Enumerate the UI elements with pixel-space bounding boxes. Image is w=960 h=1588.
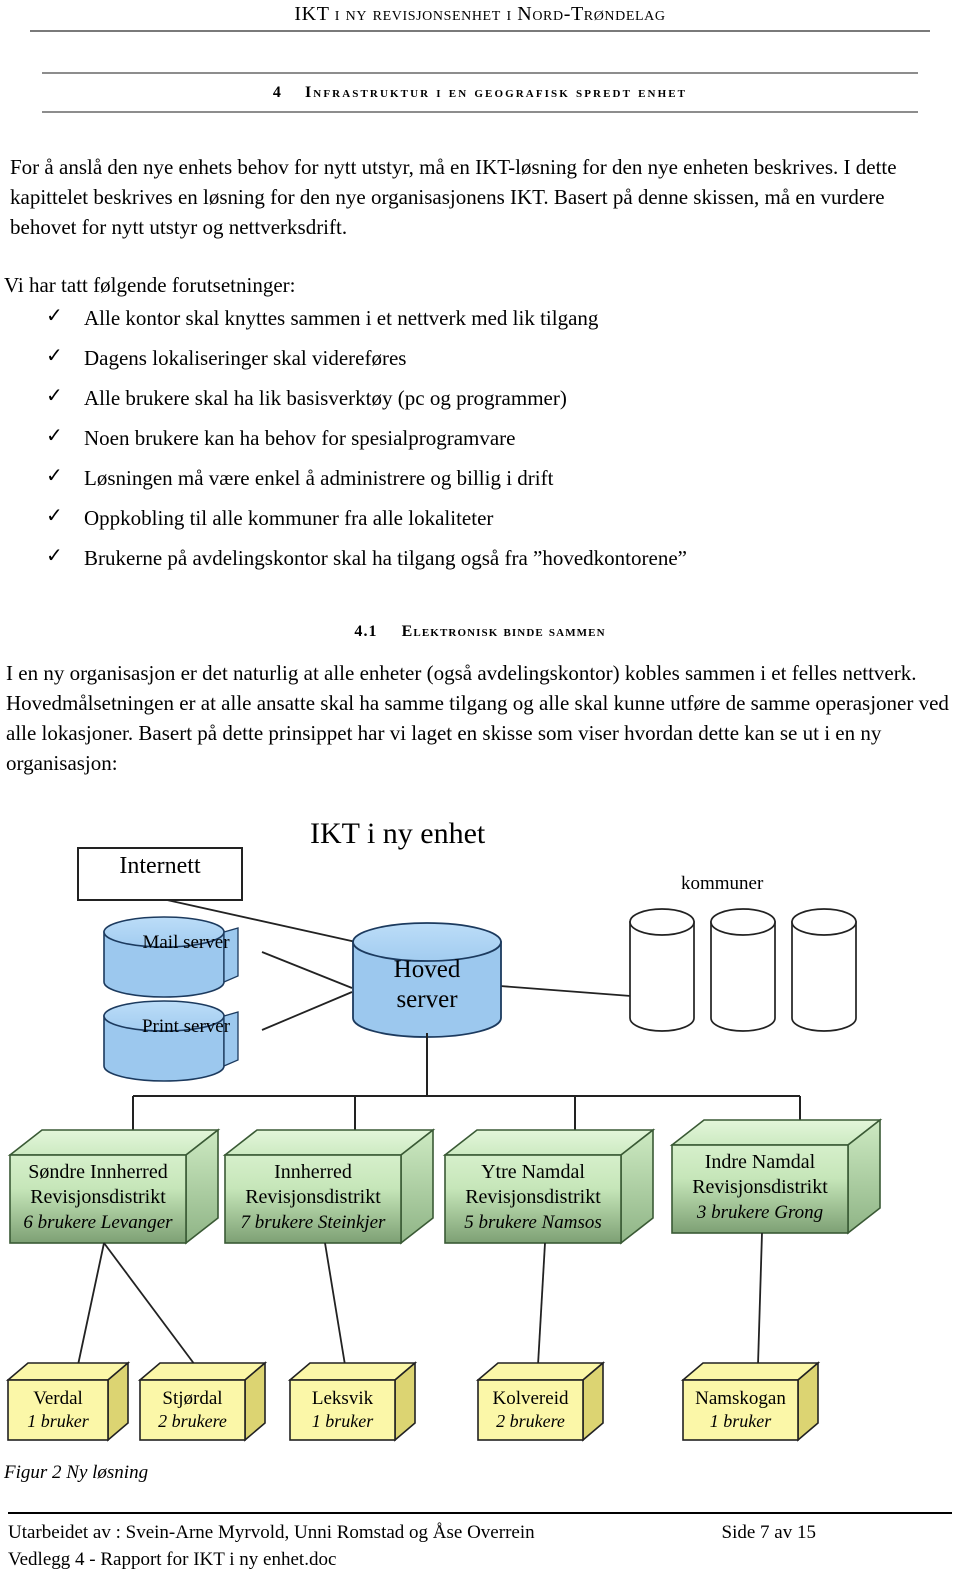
- district-name-line1: Ytre Namdal: [481, 1161, 585, 1183]
- check-icon: ✓: [46, 425, 63, 447]
- office-label: Leksvik 1 bruker: [290, 1387, 395, 1432]
- subsection-paragraph: I en ny organisasjon er det naturlig at …: [6, 661, 949, 775]
- office-label: Kolvereid 2 brukere: [478, 1387, 583, 1432]
- print-server-label: Print server: [141, 1016, 231, 1037]
- office-users: 1 bruker: [27, 1411, 89, 1431]
- check-icon: ✓: [46, 345, 63, 367]
- office-name: Leksvik: [311, 1388, 374, 1409]
- district-label: Innherred Revisjonsdistrikt 7 brukere St…: [227, 1160, 399, 1235]
- intro-paragraph: For å anslå den nye enhets behov for nyt…: [10, 155, 897, 239]
- subsection-heading: 4.1 Elektronisk binde sammen: [0, 623, 960, 641]
- print-server-cylinder: [103, 1000, 239, 1082]
- office-name: Kolvereid: [492, 1388, 569, 1409]
- office-users: 1 bruker: [311, 1411, 374, 1431]
- list-item-label: Dagens lokaliseringer skal videreføres: [84, 346, 407, 370]
- subsection-number: 4.1: [354, 623, 378, 640]
- hoved-server-line2: server: [396, 986, 458, 1013]
- list-item: ✓ Brukerne på avdelingskontor skal ha ti…: [46, 545, 926, 585]
- district-name-line2: Revisjonsdistrikt: [465, 1186, 601, 1208]
- district-users: 7 brukere Steinkjer: [240, 1212, 386, 1233]
- page-running-header: IKT i ny revisjonsenhet i Nord-Trøndelag: [0, 0, 960, 32]
- connector-printserver-to-hovedserver: [261, 991, 353, 1031]
- footer-filename: Vedlegg 4 - Rapport for IKT i ny enhet.d…: [8, 1549, 337, 1570]
- footer-authors: Utarbeidet av : Svein-Arne Myrvold, Unni…: [8, 1522, 535, 1543]
- page-footer: Utarbeidet av : Svein-Arne Myrvold, Unni…: [8, 1512, 952, 1573]
- district-users: 3 brukere Grong: [696, 1202, 824, 1223]
- footer-line-1: Utarbeidet av : Svein-Arne Myrvold, Unni…: [8, 1519, 952, 1546]
- list-item-label: Løsningen må være enkel å administrere o…: [84, 466, 554, 490]
- assumptions-list: ✓ Alle kontor skal knyttes sammen i et n…: [46, 305, 926, 585]
- chapter-number: 4: [272, 84, 283, 101]
- subsection-title: Elektronisk binde sammen: [401, 623, 606, 640]
- mail-server-label: Mail server: [142, 932, 230, 953]
- connector-hovedserver-to-kommuner: [499, 985, 632, 997]
- hoved-server-line1: Hoved: [393, 956, 461, 983]
- footer-divider: [8, 1512, 952, 1514]
- header-divider: [30, 30, 930, 32]
- kommune-cylinder: [710, 908, 776, 1032]
- office-users: 2 brukere: [158, 1411, 227, 1431]
- check-icon: ✓: [46, 505, 63, 527]
- list-item-label: Brukerne på avdelingskontor skal ha tilg…: [84, 546, 687, 570]
- check-icon: ✓: [46, 305, 63, 327]
- list-item: ✓ Alle brukere skal ha lik basisverktøy …: [46, 385, 926, 425]
- office-label: Namskogan 1 bruker: [683, 1387, 798, 1432]
- district-name-line2: Revisjonsdistrikt: [245, 1186, 381, 1208]
- footer-line-2: Vedlegg 4 - Rapport for IKT i ny enhet.d…: [8, 1546, 952, 1573]
- office-users: 1 bruker: [709, 1411, 772, 1431]
- mail-server-cylinder: [103, 916, 239, 998]
- list-item-label: Oppkobling til alle kommuner fra alle lo…: [84, 506, 494, 530]
- connector-mailserver-to-hovedserver: [261, 951, 353, 989]
- list-item-label: Alle kontor skal knyttes sammen i et net…: [84, 306, 599, 330]
- district-name-line2: Revisjonsdistrikt: [692, 1176, 828, 1198]
- district-label: Indre Namdal Revisjonsdistrikt 3 brukere…: [674, 1150, 846, 1225]
- office-connectors: [77, 1232, 763, 1366]
- check-icon: ✓: [46, 545, 63, 567]
- district-name-line2: Revisjonsdistrikt: [30, 1186, 166, 1208]
- district-users: 6 brukere Levanger: [23, 1212, 173, 1233]
- list-item-label: Noen brukere kan ha behov for spesialpro…: [84, 426, 516, 450]
- chapter-heading-block: 4 Infrastruktur i en geografisk spredt en…: [42, 72, 918, 113]
- district-name-line1: Søndre Innherred: [28, 1161, 168, 1183]
- kommuner-group-label: kommuner: [681, 873, 764, 894]
- kommune-cylinder: [629, 908, 695, 1032]
- hoved-server-label: Hoved server: [355, 955, 499, 1015]
- network-diagram: IKT i ny enhet kommuner Internett Mail s…: [0, 800, 960, 1460]
- running-head-text: IKT i ny revisjonsenhet i Nord-Trøndelag: [294, 3, 666, 25]
- district-label: Ytre Namdal Revisjonsdistrikt 5 brukere …: [447, 1160, 619, 1235]
- check-icon: ✓: [46, 465, 63, 487]
- list-item-label: Alle brukere skal ha lik basisverktøy (p…: [84, 386, 567, 410]
- office-label: Stjørdal 2 brukere: [140, 1387, 245, 1432]
- list-item: ✓ Løsningen må være enkel å administrere…: [46, 465, 926, 505]
- figure-caption: Figur 2 Ny løsning: [4, 1462, 149, 1483]
- chapter-heading-row: 4 Infrastruktur i en geografisk spredt en…: [42, 74, 918, 111]
- office-name: Stjørdal: [162, 1388, 223, 1409]
- office-label: Verdal 1 bruker: [8, 1387, 108, 1432]
- figure-title: IKT i ny enhet: [310, 817, 486, 850]
- network-diagram-canvas: [5, 847, 883, 1442]
- list-item: ✓ Dagens lokaliseringer skal videreføres: [46, 345, 926, 385]
- footer-page-number: Side 7 av 15: [721, 1522, 816, 1543]
- assumptions-lead-text: Vi har tatt følgende forutsetninger:: [4, 273, 296, 297]
- district-label: Søndre Innherred Revisjonsdistrikt 6 bru…: [12, 1160, 184, 1235]
- office-name: Namskogan: [695, 1388, 786, 1409]
- office-name: Verdal: [33, 1388, 83, 1409]
- list-item: ✓ Oppkobling til alle kommuner fra alle …: [46, 505, 926, 545]
- district-users: 5 brukere Namsos: [464, 1212, 602, 1233]
- check-icon: ✓: [46, 385, 63, 407]
- kommune-cylinder: [791, 908, 857, 1032]
- list-item: ✓ Noen brukere kan ha behov for spesialp…: [46, 425, 926, 465]
- chapter-rule-bottom: [42, 111, 918, 113]
- district-name-line1: Innherred: [274, 1161, 352, 1183]
- internett-label: Internett: [119, 853, 201, 879]
- chapter-title: Infrastruktur i en geografisk spredt enh…: [304, 84, 688, 101]
- list-item: ✓ Alle kontor skal knyttes sammen i et n…: [46, 305, 926, 345]
- office-users: 2 brukere: [496, 1411, 565, 1431]
- district-name-line1: Indre Namdal: [704, 1151, 816, 1173]
